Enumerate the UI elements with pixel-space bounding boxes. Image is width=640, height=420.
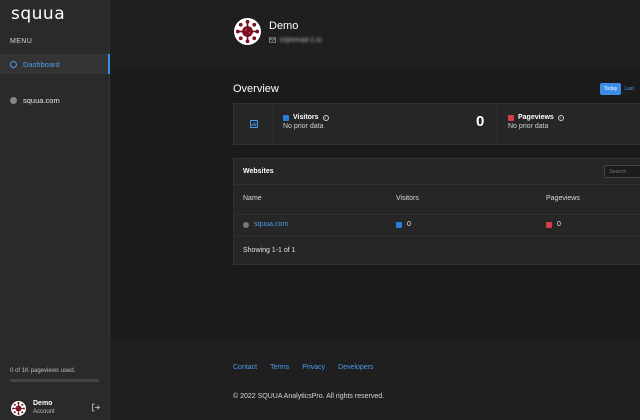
range-today-button[interactable]: Today [600,83,622,95]
row-pageviews-value: 0 [557,221,561,228]
websites-table: Websites Name Visitors Pageviews squua.c… [233,158,640,265]
table-row: squua.com 0 0 [234,214,640,236]
logout-icon[interactable] [91,403,100,412]
sidebar: squua MENU Dashboard squua.com 0 of 1K p… [0,0,110,420]
visitors-label: Visitors [293,114,319,121]
sidebar-item-website[interactable]: squua.com [0,90,110,110]
info-icon[interactable]: i [322,114,329,121]
pagination-summary: Showing 1-1 of 1 [243,247,296,254]
column-header-pageviews[interactable]: Pageviews [546,195,580,202]
mail-icon [269,37,276,43]
globe-icon [243,221,249,228]
row-visitors-value: 0 [407,221,411,228]
pageviews-color-swatch [546,221,552,228]
chart-toggle-button[interactable] [234,104,274,144]
column-header-visitors[interactable]: Visitors [396,195,419,202]
range-last-button[interactable]: Last [624,86,633,92]
pageviews-color-swatch [508,114,514,121]
chart-icon [249,120,258,128]
visitors-sub: No prior data [283,123,324,130]
date-range-selector: Today Last [600,83,634,95]
visitors-value: 0 [476,113,485,130]
visitors-stat: Visitors i No prior data [283,114,329,130]
pageviews-sub: No prior data [508,123,549,130]
websites-title: Websites [243,168,274,175]
info-icon[interactable]: i [557,114,564,121]
account-menu[interactable]: Demo Account [0,396,110,420]
visitors-color-swatch [396,221,402,228]
usage-text: 0 of 1K pageviews used. [10,368,76,374]
globe-icon [10,96,17,104]
account-name: Demo [33,400,53,407]
overview-title: Overview [233,83,279,95]
account-subtitle: Account [33,409,55,415]
app-logo[interactable]: squua [11,4,65,24]
menu-label: MENU [10,38,33,45]
column-header-name[interactable]: Name [243,195,262,202]
copyright-text: © 2022 SQUUA AnalyticsPro. All rights re… [233,393,385,400]
footer-nav: Contact Terms Privacy Developers [233,364,387,371]
sidebar-item-label: squua.com [23,95,60,105]
websites-header: Websites [234,159,640,185]
footer-link-privacy[interactable]: Privacy [302,364,325,371]
footer-link-terms[interactable]: Terms [270,364,289,371]
visitors-color-swatch [283,114,289,121]
pageviews-label: Pageviews [518,114,554,121]
profile-header: Demo tr@email-1.io [234,18,322,45]
pageviews-stat: Pageviews i No prior data [508,114,564,130]
footer-link-developers[interactable]: Developers [338,364,373,371]
dashboard-icon [10,60,17,68]
website-link[interactable]: squua.com [254,221,288,228]
profile-email: tr@email-1.io [280,36,322,44]
avatar [234,18,261,45]
footer-link-contact[interactable]: Contact [233,364,257,371]
profile-name: Demo [269,19,299,32]
stats-divider [497,103,498,145]
usage-progress-bar [10,379,99,382]
sidebar-item-dashboard[interactable]: Dashboard [0,54,110,74]
search-input[interactable] [604,165,640,178]
sidebar-item-label: Dashboard [23,59,60,69]
avatar [11,400,26,416]
